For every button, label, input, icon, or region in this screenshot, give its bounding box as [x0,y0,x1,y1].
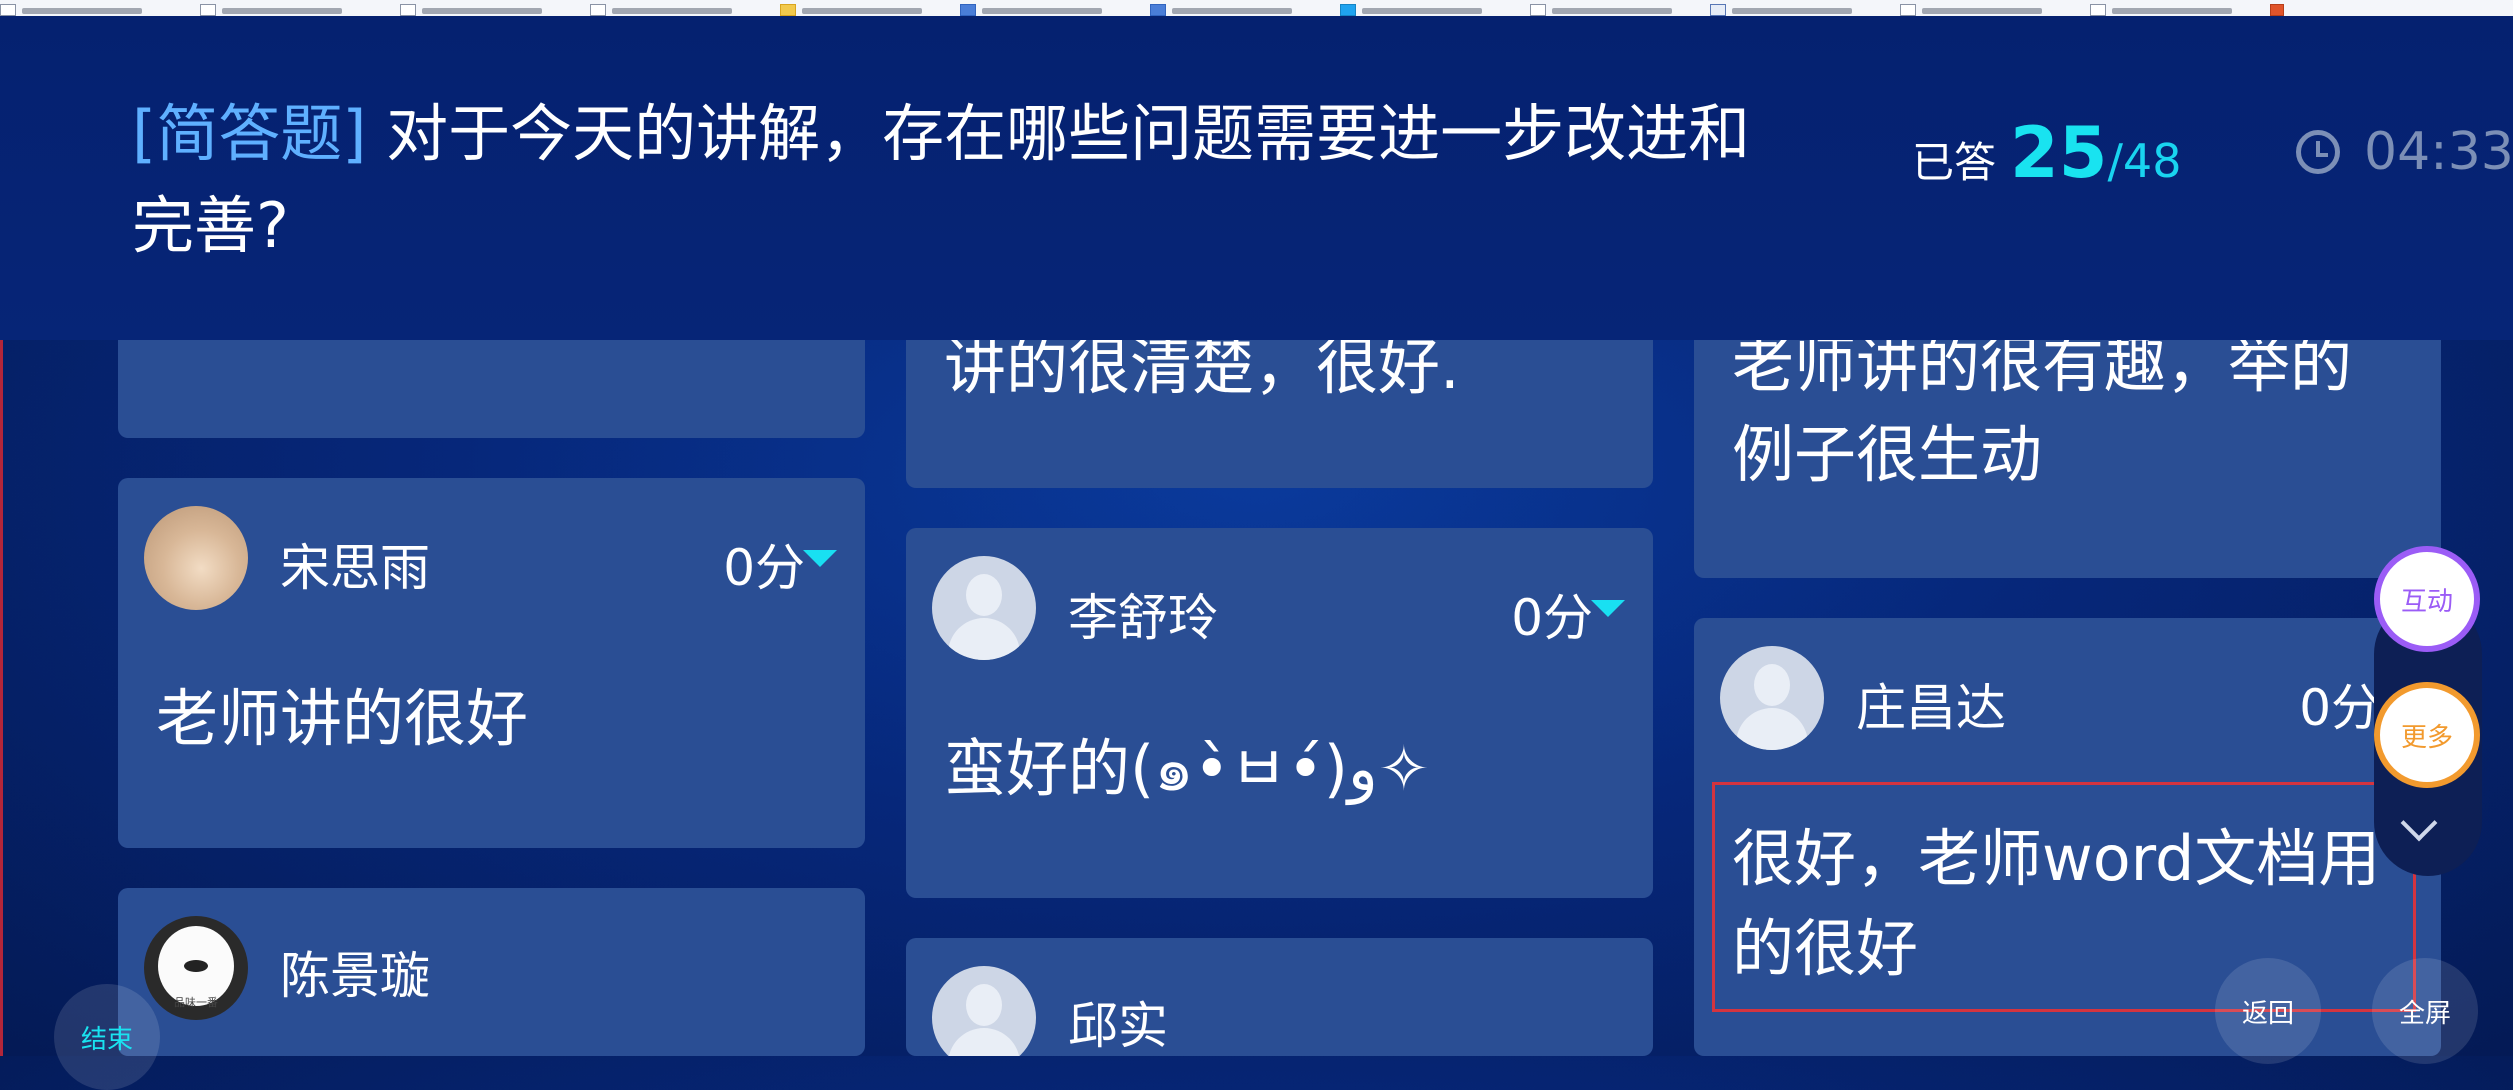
bookmark-item[interactable] [1150,0,1292,16]
bookmark-item[interactable] [0,0,142,16]
answer-text: 老师讲的很有趣，举的例子很生动 [1732,328,2353,491]
bookmark-item[interactable] [2090,0,2232,16]
bookmark-item[interactable] [780,0,922,16]
answer-card: 李舒玲 0分 蛮好的(๑•̀ㅂ•́)و✧ [906,528,1653,898]
interact-button[interactable]: 互动 [2374,546,2480,652]
bookmark-item[interactable] [1340,0,1482,16]
answer-card: 宋思雨 0分 老师讲的很好 [118,478,865,848]
score-dropdown[interactable]: 0分 [1511,578,1593,650]
answered-count: 25 [2010,112,2108,194]
more-button[interactable]: 更多 [2374,682,2480,788]
avatar: 品味一番 [144,916,248,1020]
avatar [932,556,1036,660]
bookmark-item[interactable] [1530,0,1672,16]
answer-card: 老师讲的很有趣，举的例子很生动 [1694,300,2441,578]
bookmark-item[interactable] [590,0,732,16]
bookmark-item[interactable] [2270,0,2290,16]
back-button-label: 返回 [2241,998,2294,1029]
browser-bookmarks-bar [0,0,2513,17]
question-title: [简答题] 对于今天的讲解，存在哪些问题需要进一步改进和完善? [132,88,1782,272]
selection-highlight [1712,782,2416,1012]
avatar [932,966,1036,1056]
student-name: 李舒玲 [1068,589,1218,647]
student-name: 宋思雨 [280,539,430,597]
fullscreen-button[interactable]: 全屏 [2372,958,2478,1064]
student-name: 邱实 [1068,997,1168,1055]
answer-text: 蛮好的(๑•̀ㅂ•́)و✧ [944,732,1430,805]
student-name: 庄昌达 [1856,679,2006,737]
answer-card: 邱实 [906,938,1653,1056]
answered-label: 已答 [1912,138,1997,187]
question-header: [简答题] 对于今天的讲解，存在哪些问题需要进一步改进和完善? 已答 25 /4… [0,16,2513,340]
fullscreen-button-label: 全屏 [2398,998,2451,1029]
answer-progress: 已答 25 /48 [1912,112,2181,194]
avatar [1720,646,1824,750]
score-dropdown[interactable]: 0分 [723,528,805,600]
caret-down-icon[interactable] [1591,600,1625,617]
answer-text: 老师讲的很好 [156,682,529,755]
total-count: /48 [2107,134,2182,188]
back-button[interactable]: 返回 [2215,958,2321,1064]
avatar [144,506,248,610]
score-dropdown[interactable]: 0分 [2299,668,2381,740]
bookmark-item[interactable] [1710,0,1852,16]
end-button-label: 结束 [80,1024,133,1055]
answer-card: 品味一番 陈景璇 [118,888,865,1056]
avatar-caption: 品味一番 [174,996,218,1009]
bookmark-item[interactable] [200,0,342,16]
bookmark-item[interactable] [1900,0,2042,16]
bookmark-item[interactable] [400,0,542,16]
student-name: 陈景璇 [280,947,430,1005]
timer-value: 04:33 [2364,122,2513,182]
countdown-timer: 04:33 [2296,122,2513,182]
clock-icon [2296,130,2340,174]
bookmark-item[interactable] [960,0,1102,16]
question-type-label: [简答题] [132,97,367,170]
interact-button-label: 互动 [2400,586,2453,617]
more-button-label: 更多 [2400,722,2453,753]
question-text: 对于今天的讲解，存在哪些问题需要进一步改进和完善? [132,97,1751,262]
caret-down-icon[interactable] [803,550,837,567]
